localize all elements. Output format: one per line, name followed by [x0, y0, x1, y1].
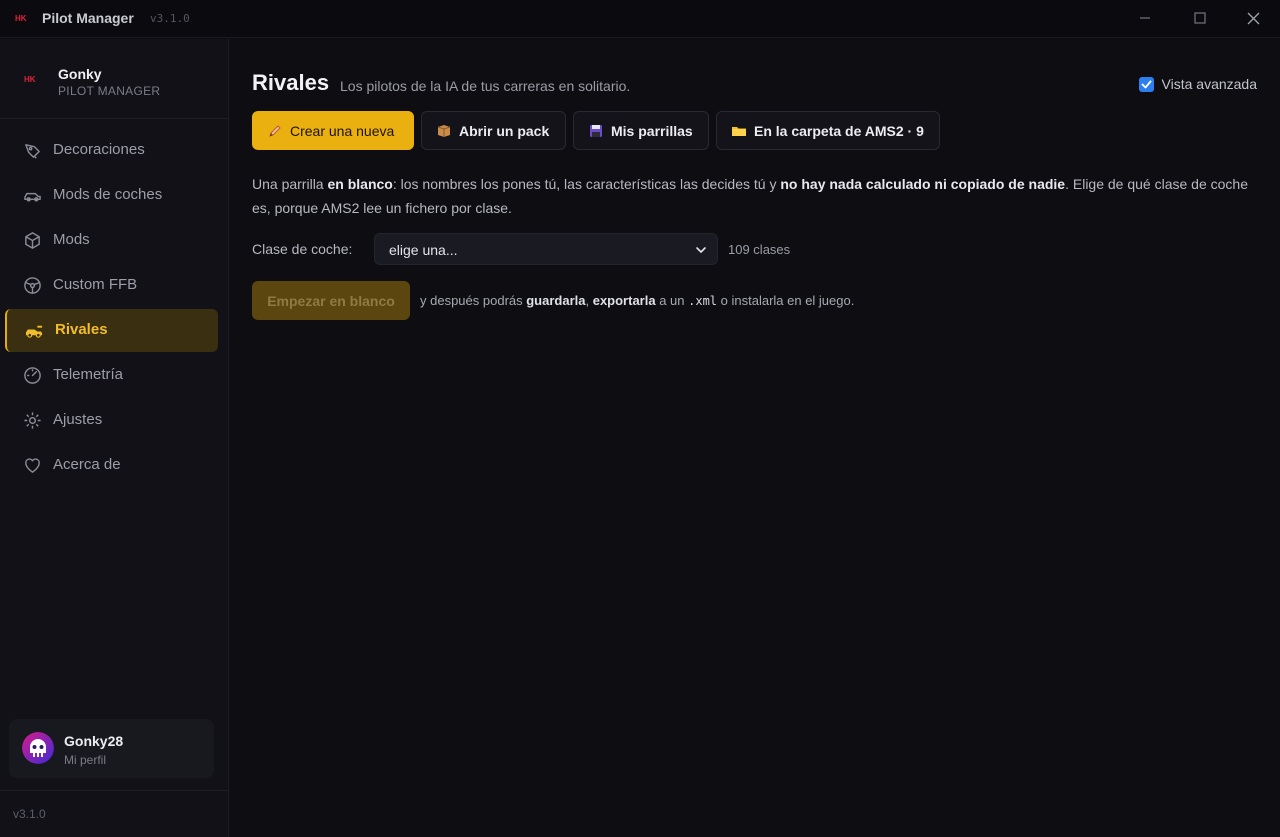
sidebar-item-ajustes[interactable]: Ajustes	[5, 399, 218, 442]
advanced-view-toggle[interactable]: Vista avanzada	[1138, 76, 1257, 92]
description-text: Una parrilla en blanco: los nombres los …	[252, 176, 1248, 216]
svg-text:HK: HK	[15, 14, 27, 23]
cube-icon	[25, 232, 40, 249]
sidebar-item-decoraciones[interactable]: Decoraciones	[5, 129, 218, 172]
sidebar-item-label: Acerca de	[53, 456, 121, 473]
tab-label: Abrir un pack	[459, 122, 550, 139]
svg-text:HK: HK	[24, 75, 36, 84]
minimize-icon	[1140, 17, 1150, 19]
sidebar-item-mods-de-coches[interactable]: Mods de coches	[5, 174, 218, 217]
check-icon	[1141, 80, 1151, 88]
tab-mis-parrillas[interactable]: Mis parrillas	[573, 111, 709, 150]
floppy-icon	[588, 123, 604, 139]
sidebar-item-telemetria[interactable]: Telemetría	[5, 354, 218, 397]
sidebar-item-rivales[interactable]: Rivales	[5, 309, 218, 352]
app-logo-icon: HK	[15, 14, 27, 23]
sidebar-item-label: Rivales	[55, 321, 108, 338]
avatar	[22, 732, 54, 764]
app-version: v3.1.0	[150, 12, 190, 25]
profile-subtitle: Mi perfil	[64, 753, 107, 767]
car-class-select[interactable]: elige una...	[374, 233, 718, 265]
minimize-button[interactable]	[1122, 0, 1168, 36]
car-class-label: Clase de coche:	[252, 241, 353, 257]
sidebar-item-label: Custom FFB	[53, 276, 138, 293]
divider	[0, 790, 229, 791]
advanced-view-checkbox[interactable]	[1138, 76, 1154, 92]
close-button[interactable]	[1230, 0, 1276, 36]
tab-label: Mis parrillas	[611, 122, 693, 139]
tab-label: En la carpeta de AMS2 · 9	[754, 122, 924, 139]
tab-crear-una-nueva[interactable]: Crear una nueva	[252, 111, 414, 150]
brand: HK Gonky PILOT MANAGER	[0, 39, 229, 119]
steering-wheel-icon	[24, 277, 41, 294]
car-icon	[24, 192, 41, 202]
start-blank-button[interactable]: Empezar en blanco	[252, 281, 410, 320]
close-icon	[1247, 12, 1259, 24]
page-title: Rivales	[252, 70, 330, 95]
tab-abrir-un-pack[interactable]: Abrir un pack	[421, 111, 566, 150]
app-title: Pilot Manager	[42, 10, 134, 26]
car-class-count: 109 clases	[728, 242, 791, 257]
maximize-button[interactable]	[1177, 0, 1223, 36]
brand-subtitle: PILOT MANAGER	[58, 84, 161, 98]
sidebar-item-label: Mods de coches	[53, 186, 163, 203]
sidebar-item-label: Decoraciones	[53, 141, 145, 158]
profile-card[interactable]: Gonky28 Mi perfil	[9, 719, 214, 778]
brand-logo-icon: HK	[24, 75, 36, 84]
brush-icon	[25, 144, 40, 159]
gear-icon	[24, 412, 41, 429]
sidebar: HK Gonky PILOT MANAGER Decoraciones Mods…	[0, 39, 229, 837]
title-bar: HK Pilot Manager v3.1.0	[0, 0, 1280, 38]
pencil-icon	[267, 123, 283, 139]
racing-car-icon	[25, 325, 43, 338]
maximize-icon	[1194, 12, 1206, 24]
start-hint-text: y después podrás guardarla, exportarla a…	[420, 293, 855, 308]
tab-en-la-carpeta-de-ams2[interactable]: En la carpeta de AMS2 · 9	[716, 111, 940, 150]
sidebar-item-mods[interactable]: Mods	[5, 219, 218, 262]
brand-name: Gonky	[58, 66, 102, 82]
sidebar-item-label: Telemetría	[53, 366, 124, 383]
sidebar-item-label: Mods	[53, 231, 90, 248]
page-subtitle: Los pilotos de la IA de tus carreras en …	[340, 78, 631, 94]
profile-name: Gonky28	[64, 733, 124, 749]
advanced-view-label: Vista avanzada	[1161, 76, 1257, 92]
folder-icon	[731, 123, 747, 139]
chevron-down-icon	[696, 247, 706, 253]
gauge-icon	[24, 367, 41, 384]
tab-label: Crear una nueva	[290, 122, 395, 139]
package-icon	[436, 123, 452, 139]
sidebar-item-custom-ffb[interactable]: Custom FFB	[5, 264, 218, 307]
sidebar-version: v3.1.0	[13, 807, 46, 821]
main-content: Rivales Los pilotos de la IA de tus carr…	[230, 39, 1280, 837]
heart-icon	[25, 458, 40, 473]
car-class-select-value: elige una...	[389, 242, 458, 258]
sidebar-item-acerca-de[interactable]: Acerca de	[5, 444, 218, 487]
sidebar-item-label: Ajustes	[53, 411, 103, 428]
